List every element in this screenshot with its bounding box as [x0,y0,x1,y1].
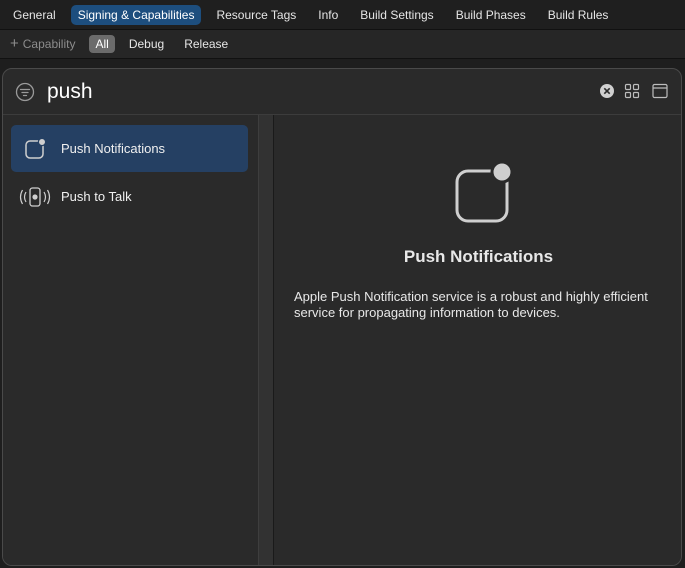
tab-build-phases[interactable]: Build Phases [449,5,533,25]
add-capability-label: Capability [22,37,76,51]
tab-signing-capabilities[interactable]: Signing & Capabilities [70,4,202,25]
list-item-label: Push to Talk [61,189,132,204]
list-item-push-notifications[interactable]: Push Notifications [11,125,248,172]
detail-description: Apple Push Notification service is a rob… [294,289,648,320]
search-bar [3,69,681,115]
list-item-push-to-talk[interactable]: Push to Talk [11,173,248,220]
tab-info[interactable]: Info [311,5,345,25]
filter-release[interactable]: Release [178,35,234,53]
filter-debug[interactable]: Debug [123,35,170,53]
tab-resource-tags[interactable]: Resource Tags [209,5,303,25]
add-capability-button[interactable]: + Capability [10,35,76,52]
editor-tab-bar: General Signing & Capabilities Resource … [0,0,685,29]
search-input[interactable] [45,77,529,107]
list-item-label: Push Notifications [61,141,166,156]
window-icon[interactable] [652,83,668,99]
split-divider[interactable] [258,115,274,565]
filter-all[interactable]: All [89,35,115,53]
grid-view-icon[interactable] [624,83,640,99]
capability-detail: Push Notifications Apple Push Notificati… [274,115,681,565]
tab-build-rules[interactable]: Build Rules [541,5,616,25]
detail-title: Push Notifications [403,247,554,266]
filter-icon [15,82,35,102]
push-notifications-icon [455,160,514,223]
push-notifications-icon [25,137,47,159]
clear-search-icon[interactable] [599,83,615,99]
capability-filter-bar: + Capability All Debug Release [0,30,685,58]
capability-list: Push Notifications Push to Talk [3,115,258,565]
tab-build-settings[interactable]: Build Settings [353,5,440,25]
tab-general[interactable]: General [6,5,63,25]
capability-library-panel: Push Notifications Push to Talk Push Not… [2,68,682,566]
push-to-talk-icon [19,187,51,207]
plus-icon: + [10,35,19,52]
divider [0,58,685,59]
